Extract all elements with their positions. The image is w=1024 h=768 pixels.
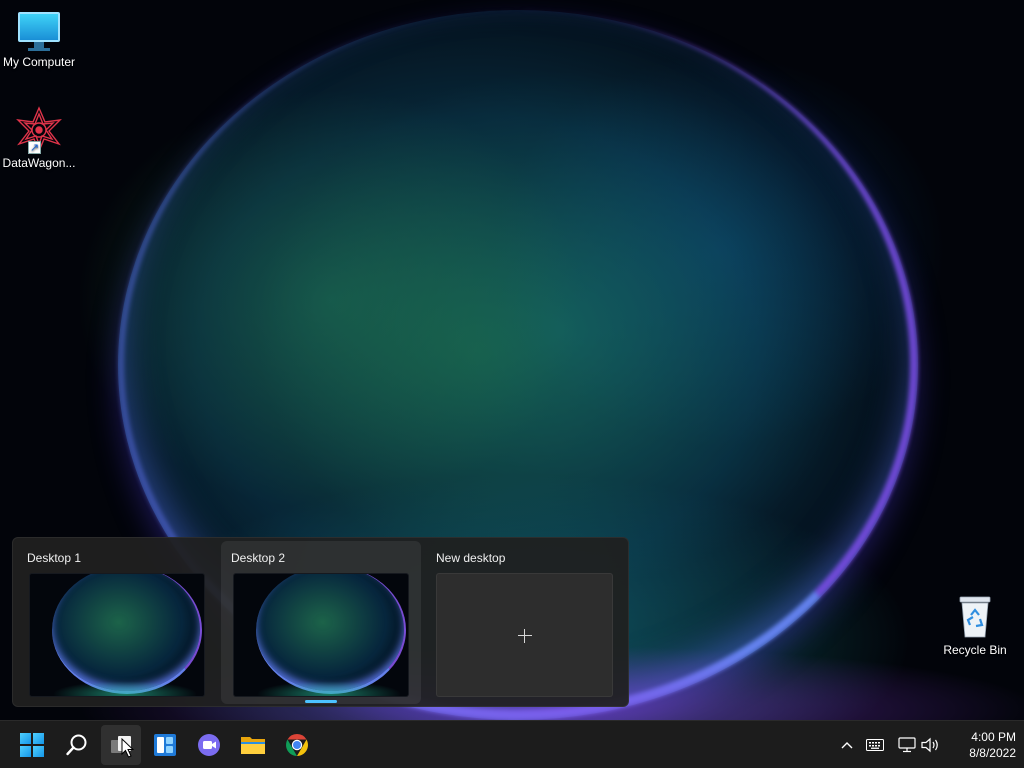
chat-icon xyxy=(198,734,220,756)
network-icon xyxy=(898,737,916,753)
chevron-up-icon xyxy=(841,742,853,749)
volume-button[interactable] xyxy=(920,733,942,757)
input-indicator[interactable] xyxy=(864,733,886,757)
monitor-icon xyxy=(0,12,81,51)
desktop-icon-label: DataWagon... xyxy=(2,156,76,170)
widgets-button[interactable] xyxy=(145,725,185,765)
virtual-desktop-2[interactable]: Desktop 2 xyxy=(221,541,421,704)
network-button[interactable] xyxy=(896,733,918,757)
mouse-cursor-icon xyxy=(121,738,135,758)
volume-icon xyxy=(921,737,938,753)
virtual-desktop-1[interactable]: Desktop 1 xyxy=(17,541,217,704)
new-desktop-tile[interactable]: New desktop xyxy=(426,541,626,704)
start-icon xyxy=(20,733,44,757)
desktop-icon-recycle-bin[interactable]: Recycle Bin xyxy=(933,595,1017,657)
search-button[interactable] xyxy=(57,725,97,765)
clock-button[interactable]: 4:00 PM 8/8/2022 xyxy=(946,729,1016,761)
desktop-icon-datawagon[interactable]: ↗ DataWagon... xyxy=(0,106,81,170)
virtual-desktop-thumbnail[interactable] xyxy=(29,573,205,697)
desktop-icon-label: Recycle Bin xyxy=(943,643,1007,657)
datawagon-app-icon: ↗ xyxy=(15,106,63,154)
desktop-icon-my-computer[interactable]: My Computer xyxy=(0,8,81,69)
plus-icon xyxy=(518,629,532,643)
widgets-icon xyxy=(154,734,176,756)
chat-button[interactable] xyxy=(189,725,229,765)
virtual-desktop-title: Desktop 2 xyxy=(231,551,286,565)
desktop-icon-label: My Computer xyxy=(2,55,76,69)
file-explorer-button[interactable] xyxy=(233,725,273,765)
virtual-desktop-thumbnail[interactable] xyxy=(233,573,409,697)
new-desktop-button[interactable] xyxy=(436,573,613,697)
recycle-bin-icon xyxy=(958,595,992,639)
search-icon xyxy=(66,734,87,756)
active-desktop-indicator xyxy=(305,700,337,703)
keyboard-icon xyxy=(866,739,884,751)
clock-time: 4:00 PM xyxy=(971,730,1016,744)
show-hidden-icons-button[interactable] xyxy=(836,733,858,757)
new-desktop-title: New desktop xyxy=(436,551,506,565)
start-button[interactable] xyxy=(12,725,52,765)
shortcut-arrow-icon: ↗ xyxy=(28,141,41,154)
chrome-icon xyxy=(286,734,308,756)
chrome-button[interactable] xyxy=(277,725,317,765)
virtual-desktop-title: Desktop 1 xyxy=(27,551,82,565)
file-explorer-icon xyxy=(241,737,265,754)
task-view-flyout: Desktop 1 Desktop 2 New desktop xyxy=(12,537,629,707)
clock-date: 8/8/2022 xyxy=(969,746,1016,760)
taskbar: 4:00 PM 8/8/2022 xyxy=(0,720,1024,768)
